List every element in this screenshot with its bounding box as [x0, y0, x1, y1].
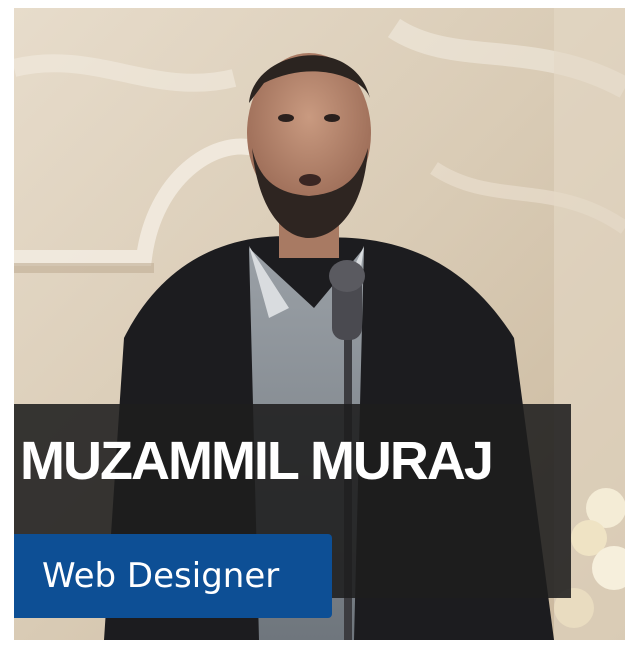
- person-name: MUZAMMIL MURAJ: [20, 431, 494, 491]
- profile-card: MUZAMMIL MURAJ Web Designer: [14, 8, 625, 640]
- role-badge: Web Designer: [14, 534, 332, 618]
- person-role: Web Designer: [42, 556, 280, 596]
